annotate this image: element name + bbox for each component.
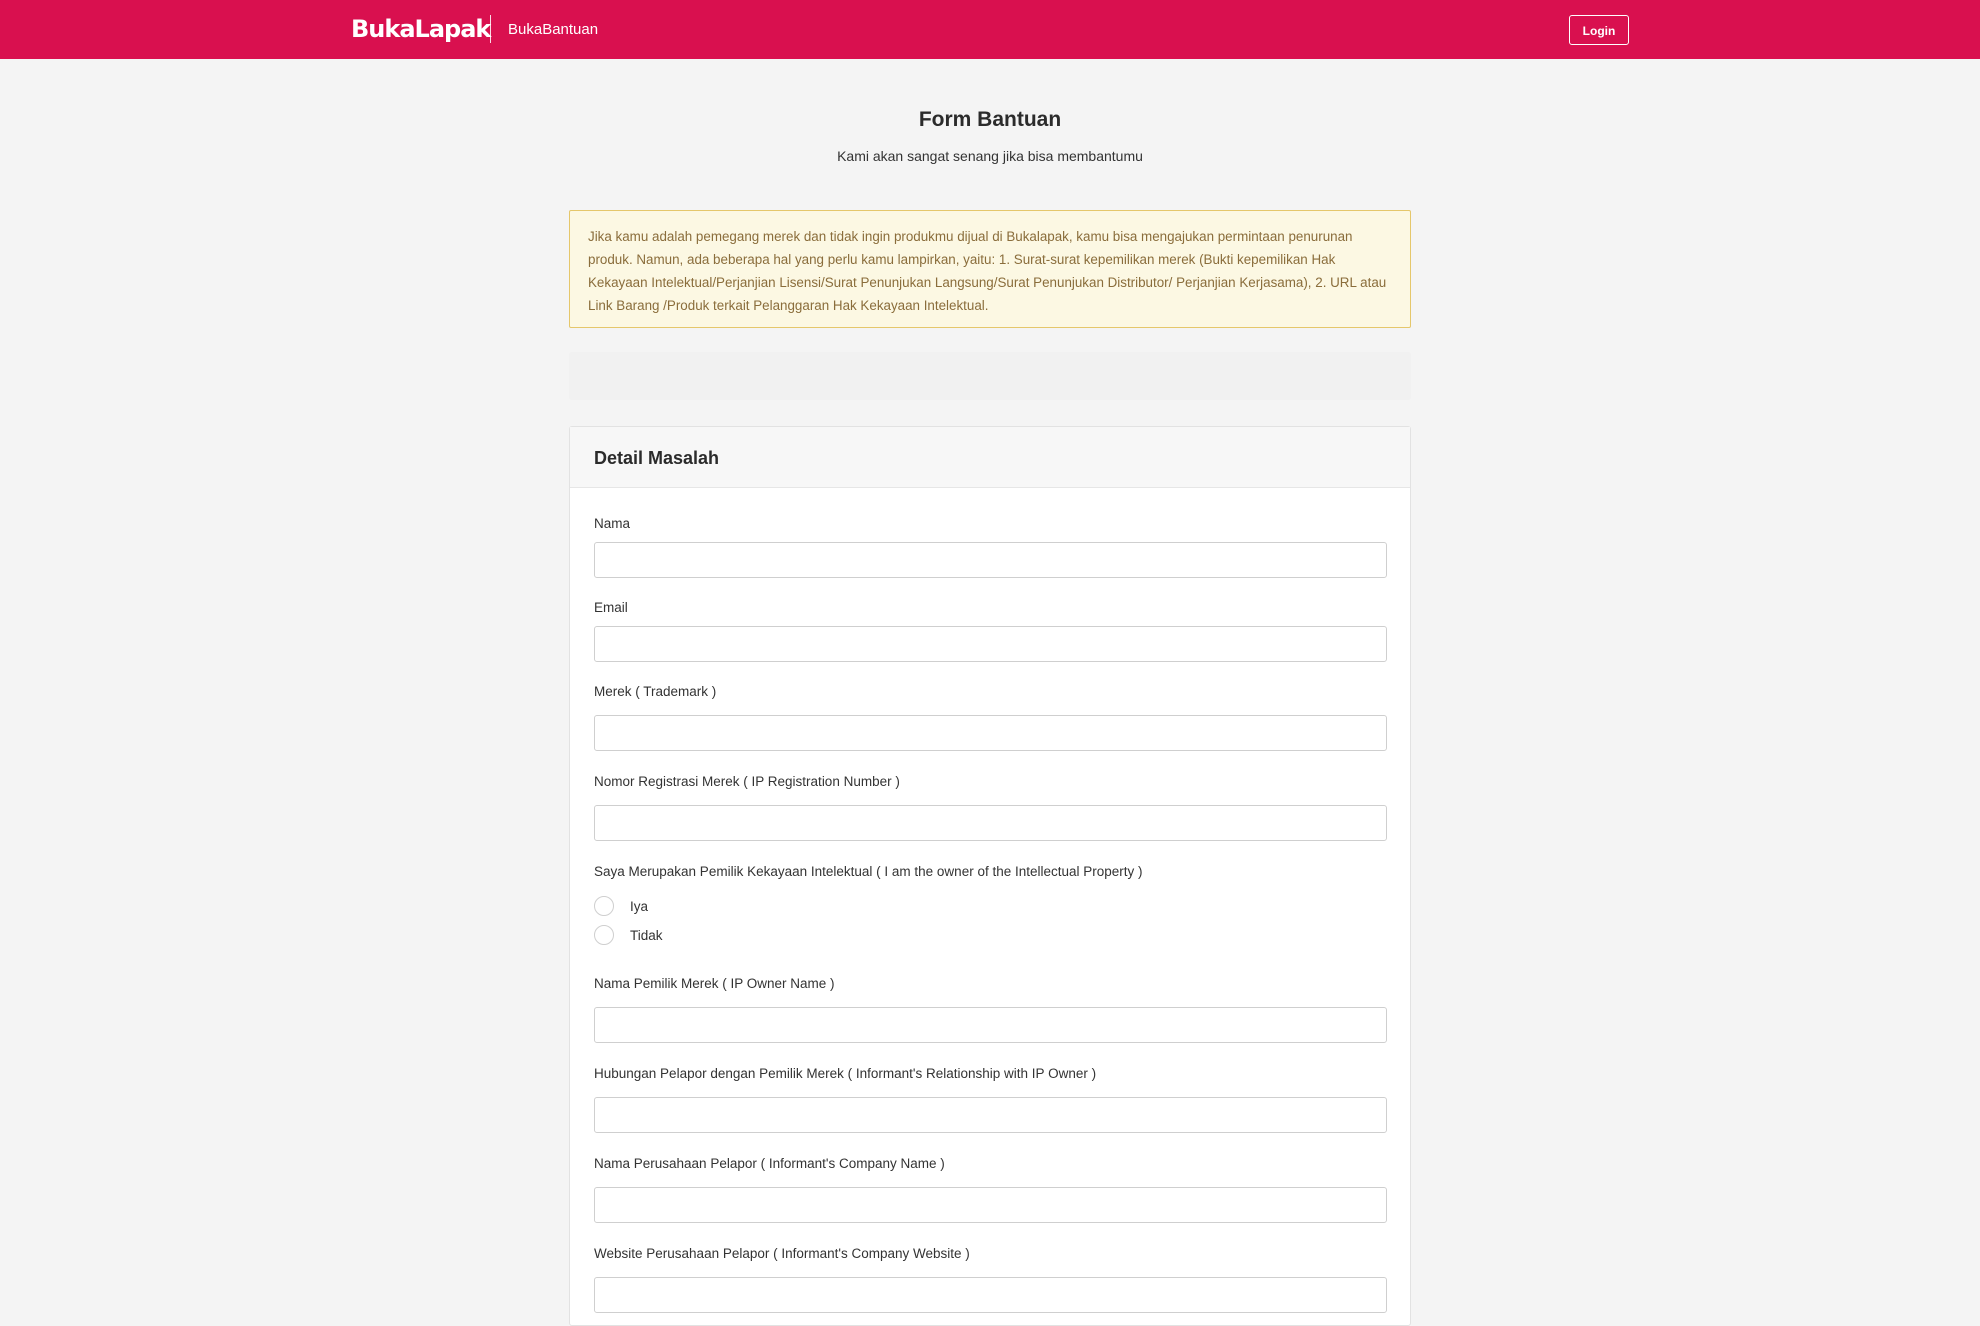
radio-tidak[interactable] — [594, 925, 614, 945]
nomor-registrasi-label: Nomor Registrasi Merek ( IP Registration… — [594, 774, 900, 789]
trademark-notice: Jika kamu adalah pemegang merek dan tida… — [569, 210, 1411, 328]
top-navbar: BukaLapak BukaBantuan Login — [0, 0, 1980, 59]
hubungan-input[interactable] — [594, 1097, 1387, 1133]
page-subtitle: Kami akan sangat senang jika bisa memban… — [837, 148, 1143, 164]
card-header: Detail Masalah — [570, 427, 1410, 488]
nama-pemilik-input[interactable] — [594, 1007, 1387, 1043]
nama-label: Nama — [594, 516, 631, 531]
card-title: Detail Masalah — [594, 448, 720, 468]
nama-pemilik-label: Nama Pemilik Merek ( IP Owner Name ) — [594, 976, 835, 991]
website-label: Website Perusahaan Pelapor ( Informant's… — [594, 1246, 970, 1261]
bukalapak-logo[interactable]: BukaLapak — [351, 15, 491, 43]
bukabantuan-link[interactable]: BukaBantuan — [508, 21, 598, 39]
pemilik-label: Saya Merupakan Pemilik Kekayaan Intelekt… — [594, 864, 1143, 879]
email-label: Email — [594, 600, 628, 615]
radio-iya-label[interactable]: Iya — [630, 898, 648, 916]
navbar-container: BukaLapak BukaBantuan Login — [351, 0, 1629, 59]
nomor-registrasi-input[interactable] — [594, 805, 1387, 841]
nama-input[interactable] — [594, 542, 1387, 578]
merek-label: Merek ( Trademark ) — [594, 684, 717, 699]
website-input[interactable] — [594, 1277, 1387, 1313]
nama-perusahaan-label: Nama Perusahaan Pelapor ( Informant's Co… — [594, 1156, 945, 1171]
radio-iya[interactable] — [594, 896, 614, 916]
merek-input[interactable] — [594, 715, 1387, 751]
detail-masalah-card: Detail Masalah Nama Email Merek ( Tradem… — [569, 426, 1411, 1326]
logo-divider — [490, 15, 491, 43]
radio-tidak-label[interactable]: Tidak — [630, 927, 663, 945]
hubungan-label: Hubungan Pelapor dengan Pemilik Merek ( … — [594, 1066, 1097, 1081]
login-button[interactable]: Login — [1569, 15, 1629, 45]
nama-perusahaan-input[interactable] — [594, 1187, 1387, 1223]
loading-placeholder — [569, 352, 1411, 400]
email-input[interactable] — [594, 626, 1387, 662]
page-title: Form Bantuan — [918, 108, 1062, 131]
